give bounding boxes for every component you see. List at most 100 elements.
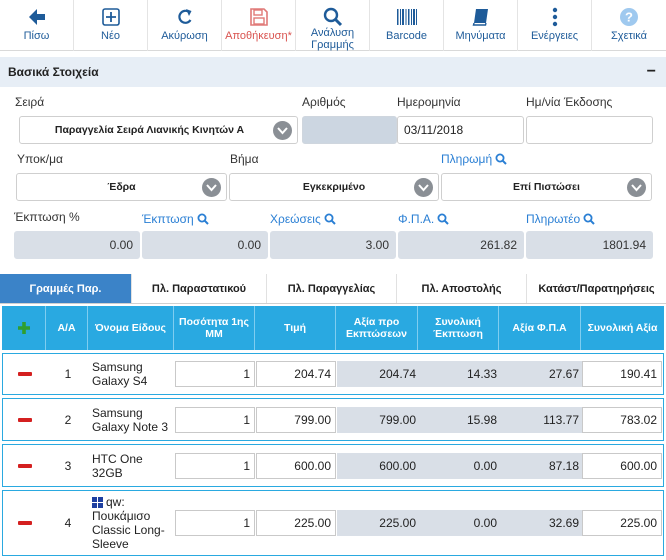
undo-icon: [175, 6, 195, 28]
cancel-label: Ακύρωση: [161, 30, 208, 42]
search-icon: [197, 213, 209, 225]
vat-value: 27.67: [500, 361, 582, 387]
save-label: Αποθήκευση*: [225, 30, 292, 42]
payable-field[interactable]: 1801.94: [526, 231, 653, 259]
branch-select[interactable]: Έδρα: [16, 173, 227, 201]
delete-line-button[interactable]: [3, 399, 47, 440]
row-index: 2: [64, 412, 72, 427]
tab-document-info[interactable]: Πλ. Παραστατικού: [132, 274, 267, 303]
pre-discount-value: 204.74: [337, 361, 419, 387]
discount-label: Έκπτωση: [142, 212, 194, 226]
back-button[interactable]: Πίσω: [0, 0, 74, 51]
total-value-input[interactable]: 190.41: [582, 361, 662, 387]
date-field[interactable]: 03/11/2018: [397, 116, 524, 144]
vat-value: 32.69: [500, 510, 582, 536]
minus-icon: [18, 521, 32, 525]
cancel-button[interactable]: Ακύρωση: [148, 0, 222, 51]
add-line-button[interactable]: [2, 306, 46, 350]
issue-date-field[interactable]: [526, 116, 653, 144]
delete-line-button[interactable]: [3, 491, 47, 555]
series-label: Σειρά: [15, 95, 45, 109]
barcode-icon: [396, 6, 418, 28]
row-item-name: Samsung Galaxy S4: [92, 360, 148, 388]
col-qty: Ποσότητα 1ης ΜΜ: [174, 306, 255, 350]
new-button[interactable]: Νέο: [74, 0, 148, 51]
about-button[interactable]: ? Σχετικά: [592, 0, 666, 51]
row-index: 1: [64, 367, 72, 381]
line-analysis-button[interactable]: Ανάλυση Γραμμής: [296, 0, 370, 51]
tab-shipping-info[interactable]: Πλ. Αποστολής: [397, 274, 527, 303]
back-label: Πίσω: [23, 30, 50, 42]
total-value-input[interactable]: 225.00: [582, 510, 662, 536]
price-input[interactable]: 600.00: [256, 452, 336, 479]
series-value: Παραγγελία Σειρά Λιανικής Κινητών Α: [54, 124, 245, 136]
barcode-button[interactable]: Barcode: [370, 0, 444, 51]
col-vat-value: Αξία Φ.Π.Α: [499, 306, 581, 350]
payment-value: Επί Πιστώσει: [513, 181, 580, 193]
number-field[interactable]: [302, 116, 397, 144]
price-input[interactable]: 225.00: [256, 510, 336, 536]
row-item-code: qw:: [106, 495, 125, 509]
series-select[interactable]: Παραγγελία Σειρά Λιανικής Κινητών Α: [19, 116, 298, 144]
discount-field[interactable]: 0.00: [142, 231, 268, 259]
help-circle-icon: ?: [619, 6, 639, 28]
vat-label: Φ.Π.Α.: [398, 212, 435, 226]
vat-value: 87.18: [500, 452, 582, 479]
svg-text:?: ?: [625, 10, 633, 25]
arrow-left-icon: [27, 6, 47, 28]
save-button[interactable]: Αποθήκευση*: [222, 0, 296, 51]
payment-link[interactable]: Πληρωμή: [441, 152, 507, 166]
qty-input[interactable]: 1: [175, 361, 255, 387]
date-label: Ημερομηνία: [397, 95, 461, 109]
actions-button[interactable]: Ενέργειες: [518, 0, 592, 51]
messages-label: Μηνύματα: [455, 30, 506, 42]
delete-line-button[interactable]: [3, 354, 47, 394]
tab-order-info[interactable]: Πλ. Παραγγελίας: [267, 274, 397, 303]
vertical-dots-icon: [551, 6, 559, 28]
discount-pct-field[interactable]: 0.00: [14, 231, 140, 259]
search-icon: [495, 153, 507, 165]
payment-select[interactable]: Επί Πιστώσει: [441, 173, 652, 201]
total-value-input[interactable]: 600.00: [582, 452, 662, 479]
collapse-button[interactable]: −: [647, 63, 656, 81]
section-title: Βασικά Στοιχεία: [8, 65, 99, 79]
payment-label: Πληρωμή: [441, 152, 493, 166]
toolbar: Πίσω Νέο Ακύρωση Αποθήκευση* Ανάλυση Γρα…: [0, 0, 666, 51]
branch-value: Έδρα: [107, 181, 136, 193]
row-item-name: Samsung Galaxy Note 3: [92, 405, 169, 434]
delete-line-button[interactable]: [3, 445, 47, 486]
step-value: Εγκεκριμένο: [302, 181, 366, 193]
table-row: 3 HTC One 32GB 1 600.00 600.00 0.00 87.1…: [2, 444, 664, 487]
minus-icon: [18, 372, 32, 376]
total-value-input[interactable]: 783.02: [582, 406, 662, 433]
charges-field[interactable]: 3.00: [270, 231, 396, 259]
qty-input[interactable]: 1: [175, 406, 255, 433]
vat-link[interactable]: Φ.Π.Α.: [398, 212, 449, 226]
vat-field[interactable]: 261.82: [398, 231, 524, 259]
step-select[interactable]: Εγκεκριμένο: [229, 173, 439, 201]
charges-link[interactable]: Χρεώσεις: [270, 212, 336, 226]
plus-icon: [17, 322, 30, 334]
messages-button[interactable]: Μηνύματα: [444, 0, 518, 51]
price-input[interactable]: 799.00: [256, 406, 336, 433]
tab-order-lines[interactable]: Γραμμές Παρ.: [0, 274, 132, 303]
tab-status-notes[interactable]: Κατάστ/Παρατηρήσεις: [527, 274, 666, 303]
payable-label: Πληρωτέο: [526, 212, 581, 226]
discount-link[interactable]: Έκπτωση: [142, 212, 209, 226]
payable-link[interactable]: Πληρωτέο: [526, 212, 595, 226]
search-icon: [437, 213, 449, 225]
row-index: 3: [64, 458, 72, 473]
qty-input[interactable]: 1: [175, 510, 255, 536]
save-text: Αποθήκευση: [225, 30, 288, 42]
qty-input[interactable]: 1: [175, 452, 255, 479]
total-discount-value: 15.98: [419, 406, 500, 433]
total-discount-value: 0.00: [419, 510, 500, 536]
branch-label: Υποκ/μα: [17, 152, 63, 166]
chevron-down-icon: [202, 178, 221, 197]
tab-bar: Γραμμές Παρ. Πλ. Παραστατικού Πλ. Παραγγ…: [0, 274, 666, 304]
step-label: Βήμα: [230, 152, 259, 166]
new-label: Νέο: [101, 30, 120, 42]
table-row: 4 qw: Πουκάμισο Classic Long-Sleeve 1 22…: [2, 490, 664, 556]
search-icon: [323, 6, 343, 27]
price-input[interactable]: 204.74: [256, 361, 336, 387]
